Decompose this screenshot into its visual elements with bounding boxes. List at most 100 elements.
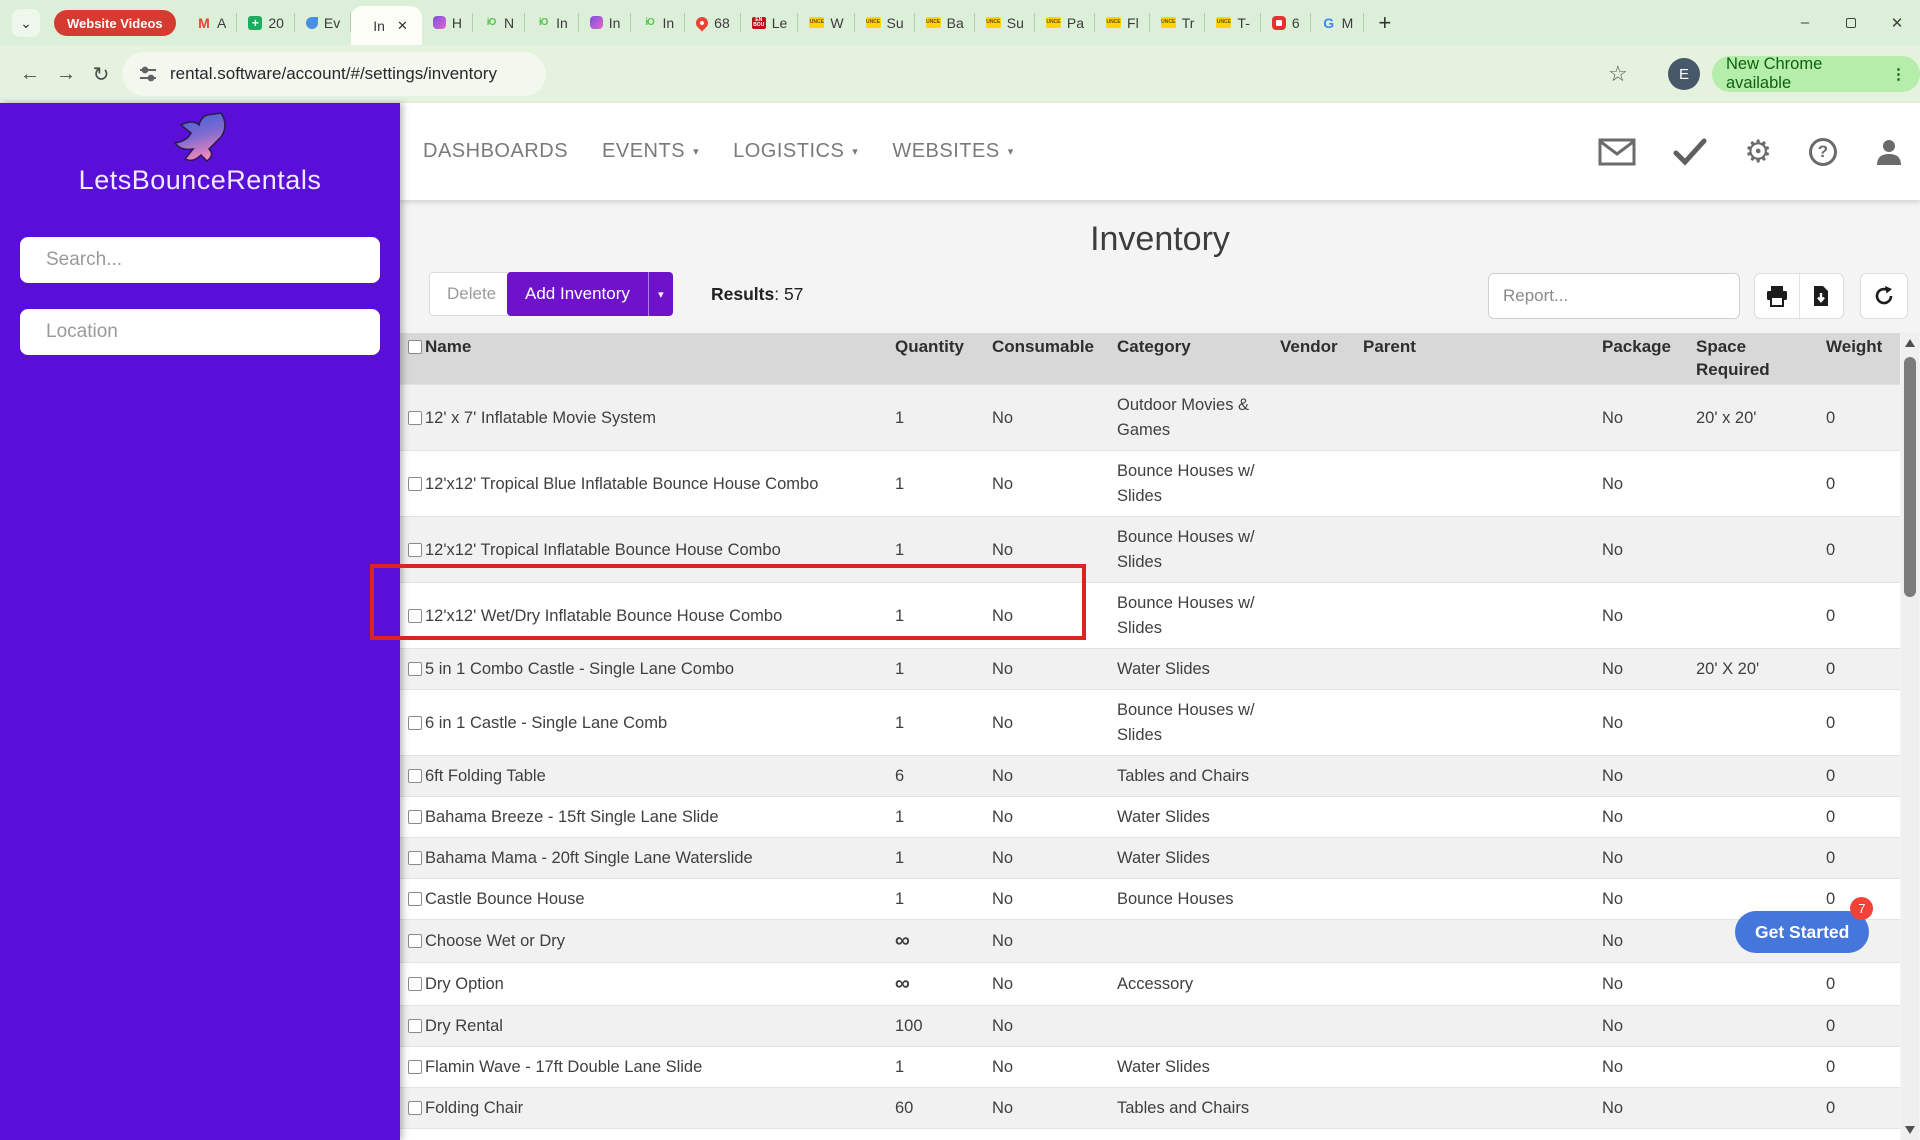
browser-tab[interactable]: Ev: [295, 0, 351, 45]
row-checkbox[interactable]: [408, 934, 422, 948]
item-name[interactable]: Choose Wet or Dry: [425, 932, 565, 950]
browser-tab[interactable]: iOIn: [631, 0, 685, 45]
add-inventory-dropdown[interactable]: ▾: [648, 272, 673, 316]
new-tab-button[interactable]: +: [1364, 10, 1405, 36]
table-row[interactable]: Bahama Mama - 20ft Single Lane Waterslid…: [400, 838, 1900, 879]
item-name[interactable]: Dry Rental: [425, 1017, 503, 1035]
bookmark-star-icon[interactable]: ☆: [1608, 45, 1628, 103]
browser-tab[interactable]: UNCESu: [855, 0, 915, 45]
report-input[interactable]: [1488, 273, 1740, 319]
close-window-button[interactable]: ✕: [1874, 0, 1920, 45]
column-header[interactable]: Package: [1594, 333, 1688, 385]
browser-tab[interactable]: UNCEW: [798, 0, 854, 45]
table-row[interactable]: Flamin Wave - 17ft Double Lane Slide1NoW…: [400, 1047, 1900, 1088]
select-all-checkbox[interactable]: [408, 340, 422, 354]
column-header[interactable]: Name: [400, 333, 887, 385]
chrome-update-button[interactable]: New Chrome available ⋮: [1712, 56, 1920, 92]
column-header[interactable]: Vendor: [1272, 333, 1355, 385]
column-header[interactable]: Consumable: [984, 333, 1109, 385]
item-name[interactable]: 12' x 7' Inflatable Movie System: [425, 409, 656, 427]
item-name[interactable]: 6 in 1 Castle - Single Lane Comb: [425, 714, 667, 732]
profile-avatar[interactable]: E: [1668, 58, 1700, 90]
minimize-button[interactable]: –: [1782, 0, 1828, 45]
browser-tab[interactable]: UNCET-: [1205, 0, 1260, 45]
url-text[interactable]: rental.software/account/#/settings/inven…: [170, 64, 497, 84]
print-button[interactable]: [1755, 274, 1799, 318]
search-input[interactable]: [20, 237, 380, 283]
browser-tab-active[interactable]: In✕: [351, 6, 422, 45]
item-name[interactable]: Castle Bounce House: [425, 890, 585, 908]
table-row[interactable]: Folding Chair60NoTables and ChairsNo0: [400, 1088, 1900, 1129]
help-icon[interactable]: ?: [1809, 138, 1837, 166]
back-button[interactable]: ←: [13, 45, 47, 103]
site-settings-icon[interactable]: [138, 64, 158, 84]
row-checkbox[interactable]: [408, 977, 422, 991]
kebab-menu-icon[interactable]: ⋮: [1891, 65, 1906, 83]
nav-item-dashboards[interactable]: DASHBOARDS: [423, 140, 568, 163]
column-header[interactable]: Category: [1109, 333, 1272, 385]
check-icon[interactable]: [1673, 138, 1707, 166]
column-header[interactable]: Weight: [1818, 333, 1900, 385]
row-checkbox[interactable]: [408, 716, 422, 730]
mail-icon[interactable]: [1598, 138, 1636, 166]
table-row[interactable]: 12' x 7' Inflatable Movie System1NoOutdo…: [400, 385, 1900, 451]
item-name[interactable]: Folding Chair: [425, 1099, 523, 1117]
scrollbar-thumb[interactable]: [1904, 357, 1916, 597]
table-row[interactable]: 12'x12' Tropical Blue Inflatable Bounce …: [400, 451, 1900, 517]
browser-tab[interactable]: MA: [186, 0, 237, 45]
browser-tab[interactable]: UNCETr: [1150, 0, 1206, 45]
delete-button[interactable]: Delete: [429, 272, 514, 316]
item-name[interactable]: 5 in 1 Combo Castle - Single Lane Combo: [425, 660, 734, 678]
scroll-down-arrow-icon[interactable]: [1905, 1126, 1915, 1134]
browser-tab[interactable]: GM: [1311, 0, 1365, 45]
refresh-button[interactable]: [1860, 273, 1908, 319]
item-name[interactable]: 12'x12' Tropical Inflatable Bounce House…: [425, 541, 781, 559]
address-bar[interactable]: rental.software/account/#/settings/inven…: [122, 52, 546, 96]
scroll-up-arrow-icon[interactable]: [1905, 339, 1915, 347]
item-name[interactable]: 12'x12' Tropical Blue Inflatable Bounce …: [425, 475, 818, 493]
row-checkbox[interactable]: [408, 1101, 422, 1115]
column-header[interactable]: Quantity: [887, 333, 984, 385]
row-checkbox[interactable]: [408, 1019, 422, 1033]
item-name[interactable]: Bahama Breeze - 15ft Single Lane Slide: [425, 808, 719, 826]
location-input[interactable]: [20, 309, 380, 355]
table-row[interactable]: Dry Option∞NoAccessoryNo0: [400, 963, 1900, 1006]
row-checkbox[interactable]: [408, 1060, 422, 1074]
browser-tab[interactable]: UNCEFl: [1095, 0, 1150, 45]
column-header[interactable]: Space Required: [1688, 333, 1818, 385]
nav-item-websites[interactable]: WEBSITES▾: [892, 140, 1013, 163]
row-checkbox[interactable]: [408, 477, 422, 491]
user-icon[interactable]: [1874, 137, 1904, 167]
item-name[interactable]: 6ft Folding Table: [425, 767, 546, 785]
item-name[interactable]: Flamin Wave - 17ft Double Lane Slide: [425, 1058, 702, 1076]
row-checkbox[interactable]: [408, 543, 422, 557]
browser-tab[interactable]: 68: [685, 0, 741, 45]
browser-tab[interactable]: UNCEPa: [1035, 0, 1095, 45]
get-started-button[interactable]: Get Started 7: [1735, 911, 1869, 953]
item-name[interactable]: Dry Option: [425, 975, 504, 993]
forward-button[interactable]: →: [49, 45, 83, 103]
browser-tab[interactable]: +20: [237, 0, 295, 45]
browser-tab[interactable]: EN BOULe: [741, 0, 799, 45]
tab-group-label[interactable]: Website Videos: [54, 10, 176, 36]
nav-item-logistics[interactable]: LOGISTICS▾: [733, 140, 858, 163]
table-scrollbar[interactable]: [1901, 333, 1919, 1140]
reload-button[interactable]: ↻: [84, 45, 118, 103]
browser-tab[interactable]: 6: [1261, 0, 1311, 45]
row-checkbox[interactable]: [408, 411, 422, 425]
browser-tab[interactable]: iOIn: [525, 0, 579, 45]
row-checkbox[interactable]: [408, 662, 422, 676]
item-name[interactable]: Bahama Mama - 20ft Single Lane Waterslid…: [425, 849, 753, 867]
add-inventory-button[interactable]: Add Inventory ▾: [507, 272, 673, 316]
column-header[interactable]: Parent: [1355, 333, 1594, 385]
row-checkbox[interactable]: [408, 892, 422, 906]
table-row[interactable]: 6 in 1 Castle - Single Lane Comb1NoBounc…: [400, 690, 1900, 756]
table-row[interactable]: Choose Wet or Dry∞NoNo0: [400, 920, 1900, 963]
export-button[interactable]: [1799, 274, 1844, 318]
table-row[interactable]: 5 in 1 Combo Castle - Single Lane Combo1…: [400, 649, 1900, 690]
tab-close-icon[interactable]: ✕: [397, 18, 408, 34]
table-row[interactable]: Bahama Breeze - 15ft Single Lane Slide1N…: [400, 797, 1900, 838]
row-checkbox[interactable]: [408, 851, 422, 865]
restore-button[interactable]: [1828, 0, 1874, 45]
gear-icon[interactable]: ⚙: [1744, 134, 1772, 170]
